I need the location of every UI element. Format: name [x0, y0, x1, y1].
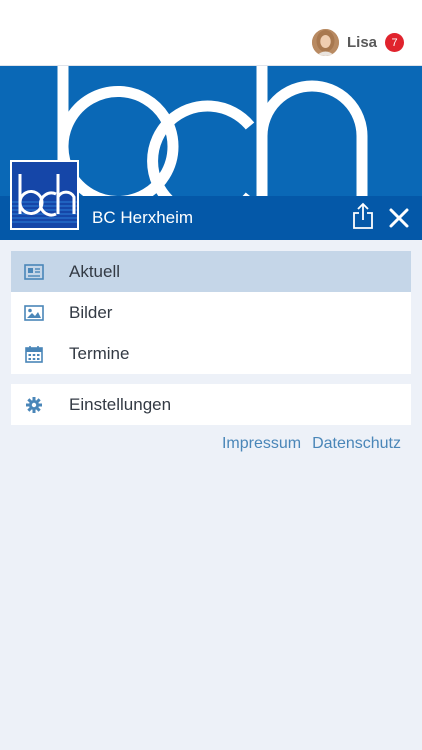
calendar-icon — [24, 344, 44, 364]
datenschutz-link[interactable]: Datenschutz — [312, 435, 401, 453]
menu-item-label: Aktuell — [69, 261, 121, 281]
newspaper-icon — [24, 262, 44, 282]
top-bar: Lisa 7 — [0, 0, 422, 66]
impressum-link[interactable]: Impressum — [222, 435, 301, 453]
club-name: BC Herxheim — [92, 208, 194, 227]
menu-item-label: Bilder — [69, 302, 113, 322]
menu-item-aktuell[interactable]: Aktuell — [11, 251, 411, 292]
close-icon — [389, 208, 409, 228]
main-menu: Aktuell Bilder Termine — [11, 251, 411, 374]
club-logo-thumbnail — [10, 160, 79, 230]
settings-menu: Einstellungen — [11, 384, 411, 425]
footer-links: Impressum Datenschutz — [222, 435, 401, 453]
user-profile[interactable]: Lisa 7 — [311, 29, 404, 56]
close-button[interactable] — [388, 207, 410, 229]
user-name[interactable]: Lisa — [347, 34, 377, 51]
image-icon — [24, 303, 44, 323]
menu-item-einstellungen[interactable]: Einstellungen — [11, 384, 411, 425]
share-icon — [353, 202, 373, 229]
menu-item-label: Einstellungen — [69, 394, 172, 414]
share-button[interactable] — [351, 202, 375, 230]
menu-item-bilder[interactable]: Bilder — [11, 292, 411, 333]
gear-icon — [24, 395, 44, 415]
notification-badge[interactable]: 7 — [385, 33, 404, 52]
avatar[interactable] — [311, 29, 339, 56]
menu-item-label: Termine — [69, 343, 130, 363]
menu-item-termine[interactable]: Termine — [11, 333, 411, 374]
